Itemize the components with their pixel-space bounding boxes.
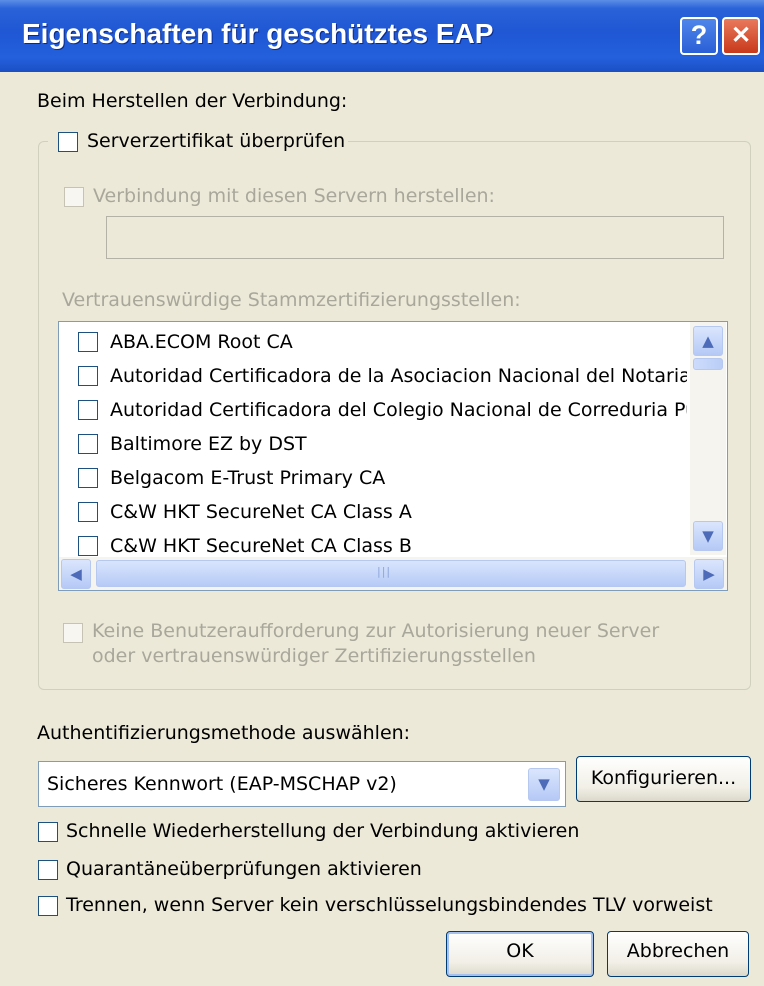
- scroll-up-button[interactable]: ▲: [693, 326, 723, 356]
- scroll-down-button[interactable]: ▼: [693, 521, 723, 551]
- disconnect-tlv-label: Trennen, wenn Server kein verschlüsselun…: [66, 894, 713, 916]
- ca-name: Baltimore EZ by DST: [110, 433, 307, 455]
- title-bar[interactable]: Eigenschaften für geschütztes EAP ? ✕: [0, 0, 764, 72]
- connect-servers-checkbox[interactable]: [64, 187, 84, 207]
- ok-button[interactable]: OK: [446, 931, 594, 977]
- disconnect-tlv-checkbox[interactable]: [38, 896, 58, 916]
- ca-name: C&W HKT SecureNet CA Class A: [110, 501, 412, 523]
- chevron-left-icon: ◀: [70, 565, 82, 583]
- ca-list-item[interactable]: Belgacom E-Trust Primary CA: [60, 461, 687, 495]
- auth-method-value: Sicheres Kennwort (EAP-MSCHAP v2): [47, 773, 397, 795]
- grip-icon: |||: [377, 565, 392, 578]
- chevron-down-icon: ▼: [702, 527, 714, 545]
- chevron-down-icon: ▼: [538, 775, 550, 793]
- ca-name: Autoridad Certificadora del Colegio Naci…: [110, 399, 687, 421]
- ok-button-label: OK: [506, 940, 534, 962]
- no-prompt-checkbox[interactable]: [63, 623, 83, 643]
- vertical-scroll-thumb[interactable]: [693, 358, 723, 370]
- ca-name: Belgacom E-Trust Primary CA: [110, 467, 386, 489]
- auth-method-select[interactable]: Sicheres Kennwort (EAP-MSCHAP v2) ▼: [38, 761, 566, 807]
- quarantine-checkbox[interactable]: [38, 860, 58, 880]
- chevron-right-icon: ▶: [703, 565, 715, 583]
- ca-list-item[interactable]: Autoridad Certificadora del Colegio Naci…: [60, 393, 687, 427]
- dialog-window: Eigenschaften für geschütztes EAP ? ✕ Be…: [0, 0, 764, 986]
- quarantine-label: Quarantäneüberprüfungen aktivieren: [66, 858, 422, 880]
- server-names-input[interactable]: [106, 216, 724, 259]
- fast-reconnect-checkbox[interactable]: [38, 822, 58, 842]
- verify-cert-label: Serverzertifikat überprüfen: [87, 130, 346, 152]
- no-prompt-label-line1: Keine Benutzeraufforderung zur Autorisie…: [92, 620, 660, 642]
- trusted-ca-heading: Vertrauenswürdige Stammzertifizierungsst…: [62, 289, 521, 311]
- ca-list-item[interactable]: Autoridad Certificadora de la Asociacion…: [60, 359, 687, 393]
- trusted-ca-list[interactable]: ABA.ECOM Root CA Autoridad Certificadora…: [58, 321, 728, 591]
- cancel-button[interactable]: Abbrechen: [607, 931, 749, 977]
- dropdown-button[interactable]: ▼: [528, 768, 560, 801]
- scroll-left-button[interactable]: ◀: [61, 559, 91, 589]
- ca-list-item[interactable]: ABA.ECOM Root CA: [60, 325, 687, 359]
- ca-checkbox[interactable]: [78, 434, 98, 454]
- ca-list-item[interactable]: Baltimore EZ by DST: [60, 427, 687, 461]
- ca-checkbox[interactable]: [78, 536, 98, 556]
- ca-list-item[interactable]: C&W HKT SecureNet CA Class A: [60, 495, 687, 529]
- verify-cert-checkbox[interactable]: [58, 132, 78, 152]
- question-mark-icon: ?: [690, 20, 708, 50]
- connect-servers-label: Verbindung mit diesen Servern herstellen…: [93, 185, 495, 207]
- configure-button-label: Konfigurieren...: [590, 767, 737, 789]
- help-button[interactable]: ?: [680, 17, 718, 55]
- cancel-button-label: Abbrechen: [626, 940, 730, 962]
- close-icon: ✕: [730, 22, 752, 49]
- auth-method-heading: Authentifizierungsmethode auswählen:: [37, 722, 411, 744]
- horizontal-scroll-thumb[interactable]: |||: [96, 560, 686, 587]
- window-title: Eigenschaften für geschütztes EAP: [22, 18, 494, 49]
- fast-reconnect-label: Schnelle Wiederherstellung der Verbindun…: [66, 820, 580, 842]
- close-button[interactable]: ✕: [722, 17, 760, 55]
- ca-checkbox[interactable]: [78, 400, 98, 420]
- ca-checkbox[interactable]: [78, 502, 98, 522]
- no-prompt-label-line2: oder vertrauenswürdiger Zertifizierungss…: [92, 645, 536, 667]
- ca-name: ABA.ECOM Root CA: [110, 331, 293, 353]
- vertical-scrollbar[interactable]: ▲ ▼: [690, 322, 726, 555]
- ca-checkbox[interactable]: [78, 366, 98, 386]
- connection-heading: Beim Herstellen der Verbindung:: [37, 90, 348, 112]
- ca-name: C&W HKT SecureNet CA Class B: [110, 535, 412, 557]
- ca-name: Autoridad Certificadora de la Asociacion…: [110, 365, 687, 387]
- ca-checkbox[interactable]: [78, 332, 98, 352]
- chevron-up-icon: ▲: [702, 332, 714, 350]
- scroll-right-button[interactable]: ▶: [694, 559, 724, 589]
- ca-checkbox[interactable]: [78, 468, 98, 488]
- horizontal-scrollbar[interactable]: ◀ ||| ▶: [59, 557, 727, 590]
- configure-button[interactable]: Konfigurieren...: [576, 756, 751, 802]
